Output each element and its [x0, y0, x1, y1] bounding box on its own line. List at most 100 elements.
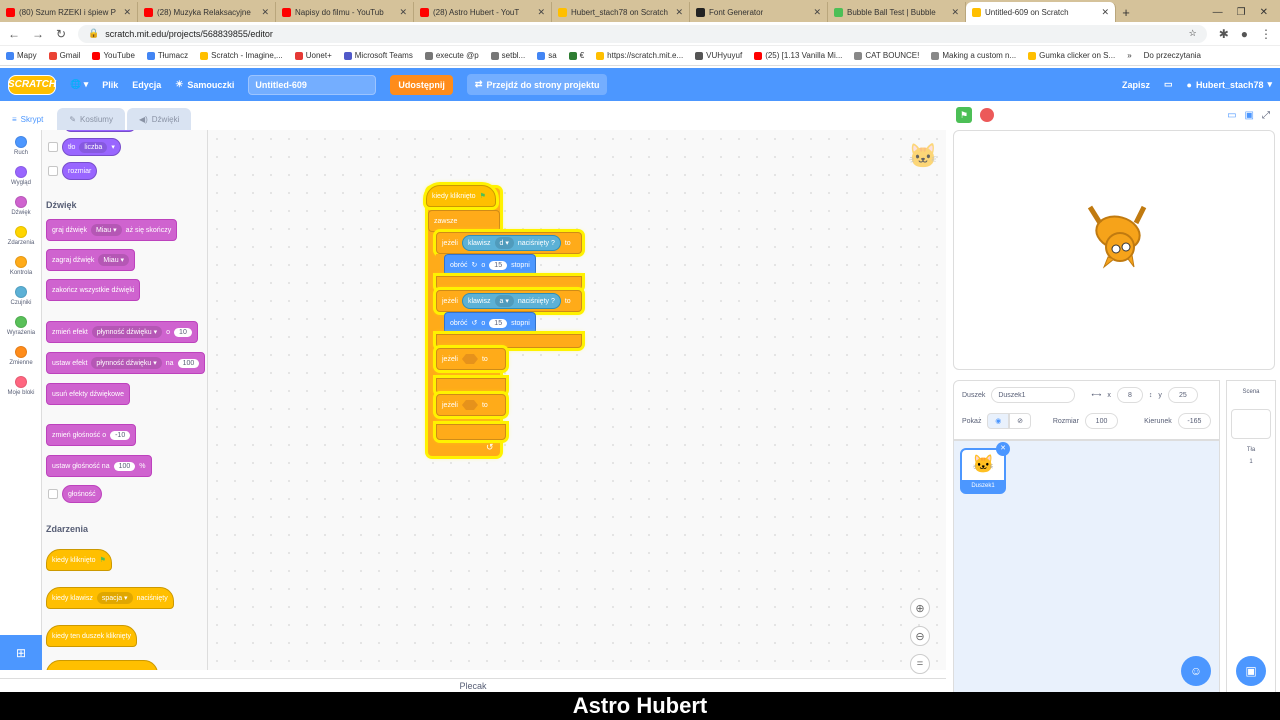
- checkbox-costume[interactable]: [48, 142, 58, 152]
- dropdown[interactable]: płynność dźwięku ▾: [91, 357, 162, 369]
- script-hat-when-flag-clicked[interactable]: kiedy kliknięto ⚑: [426, 185, 496, 207]
- bookmark-item[interactable]: Tłumacz: [146, 51, 188, 60]
- script-if-empty-1[interactable]: jeżeli to: [436, 348, 506, 370]
- browser-tab[interactable]: (28) Astro Hubert - YouT ✕: [414, 2, 552, 22]
- block-change-effect[interactable]: zmień efekt płynność dźwięku ▾ o 10: [46, 321, 198, 343]
- browser-tab[interactable]: Napisy do filmu - YouTub ✕: [276, 2, 414, 22]
- category-7[interactable]: Zmienne: [0, 346, 42, 366]
- bookmark-item[interactable]: Gmail: [48, 51, 80, 60]
- language-icon[interactable]: 🌐 ▾: [70, 79, 88, 90]
- bookmark-item[interactable]: setbl...: [490, 51, 525, 60]
- block-when-key-pressed[interactable]: kiedy klawisz spacja ▾ naciśnięty: [46, 587, 174, 609]
- my-stuff-icon[interactable]: ▭: [1164, 79, 1173, 90]
- tab-code[interactable]: ≡ Skrypt: [0, 108, 56, 130]
- block-volume[interactable]: głośność: [62, 485, 102, 503]
- script-if-key-d[interactable]: jeżeli klawisz d ▾ naciśnięty ? to: [436, 232, 582, 254]
- block-set-effect[interactable]: ustaw efekt płynność dźwięku ▾ na 100: [46, 352, 206, 374]
- block-play-sound-until-done[interactable]: graj dźwięk Miau ▾ aż się skończy: [46, 219, 178, 241]
- menu-icon[interactable]: ⋮: [1260, 27, 1272, 41]
- number-input[interactable]: 15: [489, 260, 508, 270]
- sensing-key-pressed[interactable]: klawisz d ▾ naciśnięty ?: [461, 235, 561, 251]
- block-when-sprite-clicked[interactable]: kiedy ten duszek kliknięty: [46, 625, 137, 647]
- new-tab-button[interactable]: +: [1116, 2, 1136, 22]
- maximize-icon[interactable]: ❐: [1237, 7, 1246, 18]
- trash-icon[interactable]: ✕: [996, 442, 1010, 456]
- direction-input[interactable]: -165: [1177, 413, 1211, 429]
- number-input[interactable]: 15: [489, 318, 508, 328]
- script-forever[interactable]: zawsze: [428, 210, 500, 232]
- block-stop-all-sounds[interactable]: zakończ wszystkie dźwięki: [46, 279, 141, 301]
- bookmark-item[interactable]: Scratch - Imagine,...: [200, 51, 283, 60]
- save-button[interactable]: Zapisz: [1122, 80, 1150, 90]
- bookmarks-more[interactable]: »: [1127, 51, 1131, 60]
- block-clear-effects[interactable]: usuń efekty dźwiękowe: [46, 383, 130, 405]
- close-tab-icon[interactable]: ✕: [399, 7, 407, 18]
- block-events-partial[interactable]: [46, 660, 158, 670]
- tab-sounds[interactable]: ◀) Dźwięki: [126, 108, 192, 130]
- back-icon[interactable]: ←: [8, 27, 20, 41]
- close-tab-icon[interactable]: ✕: [261, 7, 269, 18]
- browser-tab[interactable]: (28) Muzyka Relaksacyjne ✕: [138, 2, 276, 22]
- extensions-icon[interactable]: ✱: [1219, 27, 1229, 41]
- script-turn-right[interactable]: obróć ↻ o 15 stopni: [444, 254, 536, 276]
- green-flag-button[interactable]: ⚑: [956, 107, 972, 123]
- category-4[interactable]: Kontrola: [0, 256, 42, 276]
- browser-tab[interactable]: (80) Szum RZEKI i śpiew P ✕: [0, 2, 138, 22]
- bookmark-item[interactable]: CAT BOUNCE!: [854, 51, 919, 60]
- dropdown[interactable]: a ▾: [494, 295, 514, 307]
- y-input[interactable]: 25: [1167, 387, 1198, 403]
- bookmark-item[interactable]: YouTube: [92, 51, 135, 60]
- small-stage-icon[interactable]: ▭: [1227, 110, 1236, 121]
- star-icon[interactable]: ☆: [1189, 28, 1197, 39]
- checkbox-volume[interactable]: [48, 489, 58, 499]
- x-input[interactable]: 8: [1116, 387, 1143, 403]
- script-turn-left[interactable]: obróć ↺ o 15 stopni: [444, 312, 536, 334]
- checkbox-size[interactable]: [48, 166, 58, 176]
- dropdown[interactable]: płynność dźwięku ▾: [91, 326, 163, 338]
- add-sprite-button[interactable]: ☺: [1181, 656, 1211, 686]
- share-button[interactable]: Udostępnij: [390, 74, 453, 95]
- block-when-flag-clicked[interactable]: kiedy kliknięto ⚑: [46, 549, 112, 571]
- zoom-out-button[interactable]: ⊖: [910, 626, 930, 646]
- fullscreen-icon[interactable]: ⤢: [1262, 110, 1270, 121]
- sensing-key-pressed[interactable]: klawisz a ▾ naciśnięty ?: [461, 293, 561, 309]
- backpack-bar[interactable]: Plecak: [0, 678, 946, 692]
- scratch-logo[interactable]: SCRATCH: [8, 74, 56, 95]
- add-backdrop-button[interactable]: ▣: [1236, 656, 1266, 686]
- category-1[interactable]: Wygląd: [0, 166, 42, 186]
- number-input[interactable]: 100: [177, 358, 200, 368]
- boolean-slot[interactable]: [461, 400, 478, 410]
- edit-menu[interactable]: Edycja: [132, 80, 161, 90]
- browser-tab[interactable]: Bubble Ball Test | Bubble ✕: [828, 2, 966, 22]
- url-field[interactable]: 🔒 scratch.mit.edu/projects/568839855/edi…: [78, 24, 1207, 43]
- category-0[interactable]: Ruch: [0, 136, 42, 156]
- block-backdrop-number[interactable]: tło liczba ▾: [62, 138, 121, 156]
- number-input[interactable]: 100: [113, 461, 136, 471]
- profile-icon[interactable]: ●: [1241, 27, 1248, 41]
- block-change-volume[interactable]: zmień głośność o -10: [46, 424, 137, 446]
- size-input[interactable]: 100: [1084, 413, 1119, 429]
- stop-button[interactable]: [980, 108, 994, 122]
- browser-tab[interactable]: Untitled-609 on Scratch ✕: [966, 2, 1116, 22]
- bookmark-item[interactable]: €: [568, 51, 584, 60]
- add-extension-button[interactable]: ⊞: [0, 635, 42, 670]
- category-2[interactable]: Dźwięk: [0, 196, 42, 216]
- bookmark-item[interactable]: Uonet+: [294, 51, 332, 60]
- tutorials-button[interactable]: ☀ Samouczki: [175, 79, 234, 90]
- bookmark-item[interactable]: https://scratch.mit.e...: [596, 51, 683, 60]
- script-if-empty-2[interactable]: jeżeli to: [436, 394, 506, 416]
- cat-sprite[interactable]: [1080, 197, 1156, 269]
- bookmark-item[interactable]: Microsoft Teams: [343, 51, 413, 60]
- reload-icon[interactable]: ↻: [56, 27, 66, 41]
- sprite-tile[interactable]: 🐱 Duszek1 ✕: [960, 442, 1010, 494]
- dropdown[interactable]: Miau ▾: [91, 224, 122, 236]
- account-menu[interactable]: ● Hubert_stach78 ▾: [1187, 79, 1273, 90]
- reading-list[interactable]: Do przeczytania: [1144, 51, 1201, 60]
- close-window-icon[interactable]: ✕: [1260, 7, 1268, 18]
- bookmark-item[interactable]: Mapy: [6, 51, 37, 60]
- number-input[interactable]: 10: [174, 327, 192, 337]
- browser-tab[interactable]: Hubert_stach78 on Scratch ✕: [552, 2, 690, 22]
- category-8[interactable]: Moje bloki: [0, 376, 42, 396]
- block-set-volume[interactable]: ustaw głośność na 100%: [46, 455, 152, 477]
- dropdown[interactable]: spacja ▾: [96, 592, 133, 604]
